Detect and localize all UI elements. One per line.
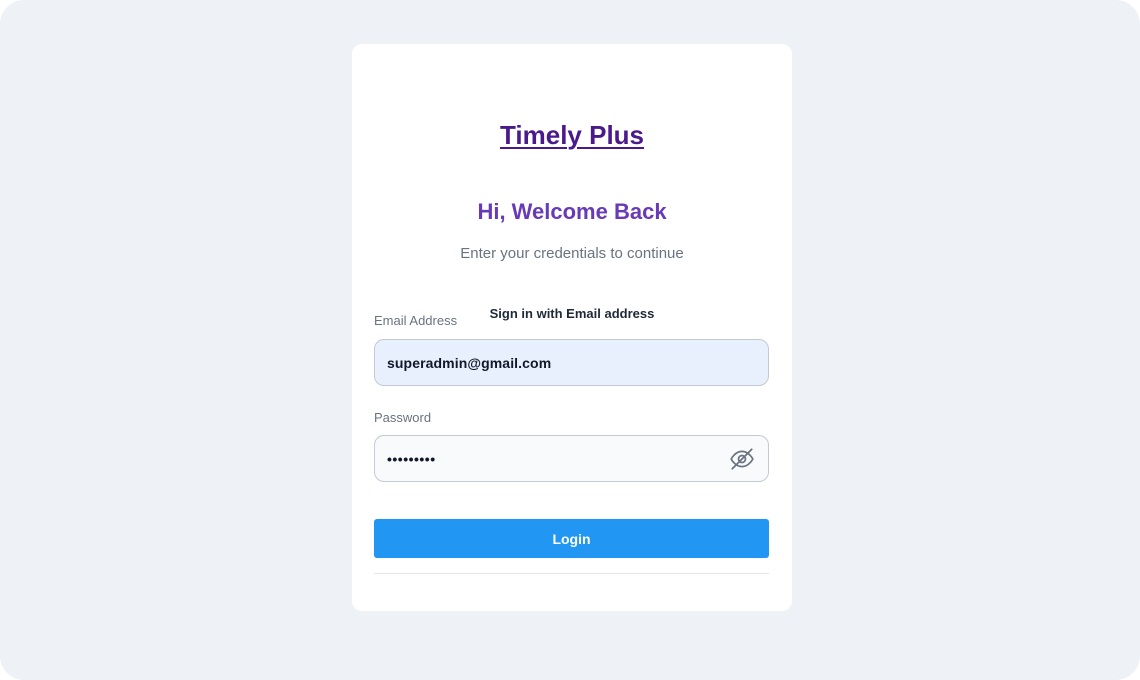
- password-value[interactable]: •••••••••: [387, 451, 728, 467]
- password-field[interactable]: •••••••••: [374, 435, 769, 482]
- login-button[interactable]: Login: [374, 519, 769, 558]
- welcome-heading: Hi, Welcome Back: [477, 199, 667, 224]
- email-value[interactable]: superadmin@gmail.com: [387, 355, 756, 371]
- email-label: Email Address: [374, 313, 458, 328]
- email-field[interactable]: superadmin@gmail.com: [374, 339, 769, 386]
- divider: [374, 573, 769, 574]
- welcome-subtitle: Enter your credentials to continue: [460, 245, 684, 262]
- password-label: Password: [374, 410, 432, 425]
- eye-off-icon[interactable]: [728, 445, 756, 473]
- brand-link[interactable]: Timely Plus: [352, 120, 792, 151]
